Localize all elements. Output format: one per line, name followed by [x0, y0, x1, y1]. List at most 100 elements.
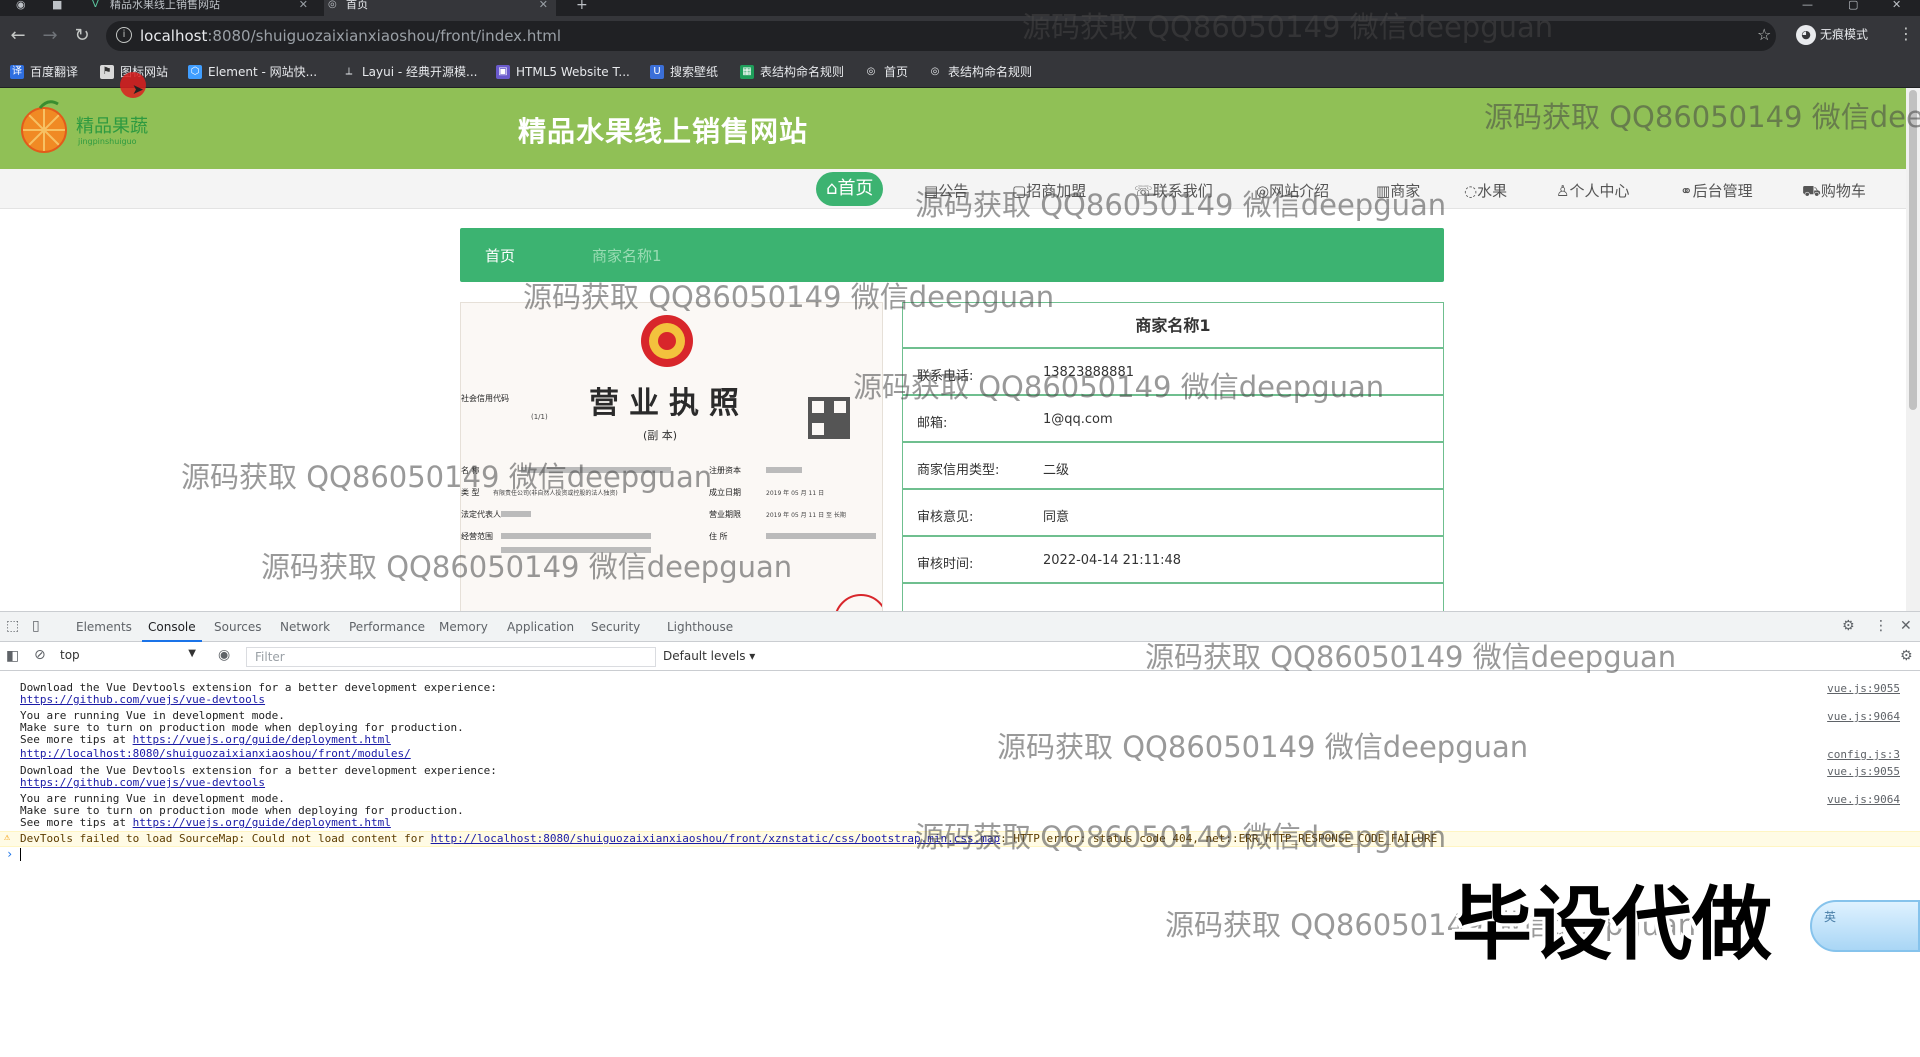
clear-console-icon[interactable]: ⊘ [34, 647, 46, 663]
element-icon: ⬡ [188, 65, 202, 79]
site-logo[interactable]: 精品果蔬 jingpinshuiguo [18, 98, 168, 156]
close-tab-icon[interactable]: ✕ [539, 0, 548, 10]
close-devtools-icon[interactable]: ✕ [1900, 618, 1912, 634]
console-source-link[interactable]: vue.js:9064 [1827, 793, 1900, 806]
detail-key: 商家信用类型: [917, 463, 1000, 478]
settings-gear-icon[interactable]: ⚙ [1842, 618, 1855, 634]
globe-icon: ◎ [930, 66, 940, 77]
browser-tab-1-title: 精品水果线上销售网站 [110, 0, 220, 11]
devtools-tab-console[interactable]: Console [142, 620, 202, 642]
site-info-icon[interactable]: i [116, 27, 132, 43]
device-toolbar-icon[interactable]: ▯ [32, 618, 40, 634]
devtools-tab-sources[interactable]: Sources [214, 620, 261, 634]
browser-tab-2[interactable]: ◎ 首页 ✕ [324, 0, 556, 16]
mouse-cursor-highlight: ➤ [120, 72, 146, 98]
nav-item-admin[interactable]: ⚭后台管理 [1680, 180, 1753, 201]
bookmark-label: Element - 网站快... [208, 65, 318, 79]
merchant-detail-card: 商家名称1 联系电话: 13823888881 邮箱: 1@qq.com 商家信用类… [902, 302, 1444, 611]
reload-icon[interactable]: ↻ [70, 24, 94, 48]
devtools-tab-security[interactable]: Security [591, 620, 640, 634]
menu-dots-icon[interactable]: ⋮ [1898, 24, 1914, 43]
nav-item-cart[interactable]: ⛟购物车 [1802, 180, 1866, 202]
tab-search-icon[interactable]: ■ [52, 0, 62, 10]
forward-icon[interactable]: → [38, 24, 62, 48]
desktop-pet-widget[interactable]: 英 [1810, 900, 1920, 952]
cursor-arrow-icon: ➤ [132, 82, 144, 98]
license-page: (1/1) [531, 413, 548, 421]
devtools-tab-performance[interactable]: Performance [349, 620, 425, 634]
console-link[interactable]: http://localhost:8080/shuiguozaixianxiao… [20, 747, 411, 760]
new-tab-icon[interactable]: + [576, 0, 588, 12]
console-text: See more tips at [20, 816, 133, 829]
watermark: 源码获取 QQ86050149 微信deepguan [1022, 10, 1554, 44]
site-title: 精品水果线上销售网站 [518, 115, 809, 148]
console-source-link[interactable]: vue.js:9064 [1827, 710, 1900, 723]
devtools-tab-memory[interactable]: Memory [439, 620, 488, 634]
watermark: 源码获取 QQ86050149 微信deepguan [853, 370, 1385, 404]
bookmark-item[interactable]: U 搜索壁纸 [650, 63, 718, 81]
console-text: DevTools failed to load SourceMap: Could… [20, 832, 431, 845]
bookmark-star-icon[interactable]: ☆ [1757, 25, 1771, 44]
scrollbar-thumb[interactable] [1909, 90, 1917, 410]
bookmark-item[interactable]: ◎ 首页 [864, 63, 908, 81]
close-window-icon[interactable]: ✕ [1892, 0, 1901, 10]
console-source-link[interactable]: vue.js:9055 [1827, 765, 1900, 778]
license-title: 营业执照 [589, 386, 749, 421]
incognito-profile[interactable]: ◕ 无痕模式 [1796, 25, 1868, 45]
bookmark-item[interactable]: 译百度翻译 [10, 63, 78, 81]
minimize-icon[interactable]: — [1802, 0, 1813, 10]
page-scrollbar[interactable] [1906, 88, 1920, 611]
browser-tab-2-title: 首页 [346, 0, 368, 11]
devtools-tab-application[interactable]: Application [507, 620, 574, 634]
layui-icon: ⟂ [345, 66, 353, 77]
console-link[interactable]: https://vuejs.org/guide/deployment.html [133, 733, 391, 746]
detail-row-credit-type: 商家信用类型: 二级 [903, 443, 1443, 490]
close-tab-icon[interactable]: ✕ [299, 0, 308, 10]
nav-item-home[interactable]: ⌂首页 [816, 172, 884, 206]
watermark: 源码获取 QQ86050149 微信deepguan [1145, 640, 1677, 674]
bookmark-label: 百度翻译 [30, 65, 79, 79]
console-settings-icon[interactable]: ⚙ [1900, 648, 1913, 664]
devtools-tab-network[interactable]: Network [280, 620, 330, 634]
live-expression-eye-icon[interactable]: ◉ [218, 647, 230, 663]
console-input[interactable] [20, 848, 21, 861]
profile-label: 无痕模式 [1820, 27, 1869, 42]
bookmark-item[interactable]: ⟂ Layui - 经典开源模... [342, 63, 478, 81]
nav-label: 个人中心 [1569, 182, 1630, 200]
bookmark-item[interactable]: ▦ 表结构命名规则 [740, 63, 844, 81]
console-filter-input[interactable]: Filter [246, 647, 656, 667]
incognito-icon: ◕ [1796, 25, 1816, 45]
html5-icon: ▣ [496, 65, 510, 79]
context-select[interactable]: top ▼ [60, 648, 200, 666]
detail-row-review-time: 审核时间: 2022-04-14 21:11:48 [903, 537, 1443, 584]
inspect-element-icon[interactable]: ⬚ [6, 618, 19, 634]
bookmark-label: 搜索壁纸 [670, 65, 719, 79]
bookmark-item[interactable]: ◎ 表结构命名规则 [928, 63, 1032, 81]
console-link[interactable]: https://github.com/vuejs/vue-devtools [20, 776, 265, 789]
console-source-link[interactable]: config.js:3 [1827, 748, 1900, 761]
maximize-icon[interactable]: ▢ [1848, 0, 1858, 10]
console-source-link[interactable]: vue.js:9055 [1827, 682, 1900, 695]
sidebar-toggle-icon[interactable]: ◧ [6, 648, 19, 664]
breadcrumb-current: 商家名称1 [592, 247, 662, 265]
breadcrumb-home[interactable]: 首页 [485, 245, 515, 266]
url-path: :8080/shuiguozaixianxiaoshou/front/index… [207, 27, 561, 45]
devtools-tab-lighthouse[interactable]: Lighthouse [667, 620, 733, 634]
devtools-tab-elements[interactable]: Elements [76, 620, 132, 634]
home-icon: ⌂ [826, 178, 838, 199]
bookmark-item[interactable]: ⬡ Element - 网站快... [188, 63, 317, 81]
devtools-menu-icon[interactable]: ⋮ [1874, 618, 1888, 634]
console-link[interactable]: https://github.com/vuejs/vue-devtools [20, 693, 265, 706]
link-icon: ⚭ [1680, 182, 1693, 200]
log-levels-select[interactable]: Default levels ▾ [663, 649, 755, 663]
nav-item-fruit[interactable]: ◌水果 [1464, 180, 1507, 201]
watermark: 源码获取 QQ86050149 微信deepguan [523, 280, 1055, 314]
bookmark-item[interactable]: ▣ HTML5 Website T... [496, 63, 630, 81]
nav-item-profile[interactable]: ♙个人中心 [1556, 180, 1629, 201]
detail-key: 邮箱: [917, 416, 948, 431]
back-icon[interactable]: ← [6, 24, 30, 48]
detail-key: 审核意见: [917, 510, 974, 525]
browser-tab-1[interactable]: V 精品水果线上销售网站 ✕ [88, 0, 316, 16]
chrome-logo-icon[interactable]: ◉ [16, 0, 26, 10]
console-link[interactable]: https://vuejs.org/guide/deployment.html [133, 816, 391, 829]
